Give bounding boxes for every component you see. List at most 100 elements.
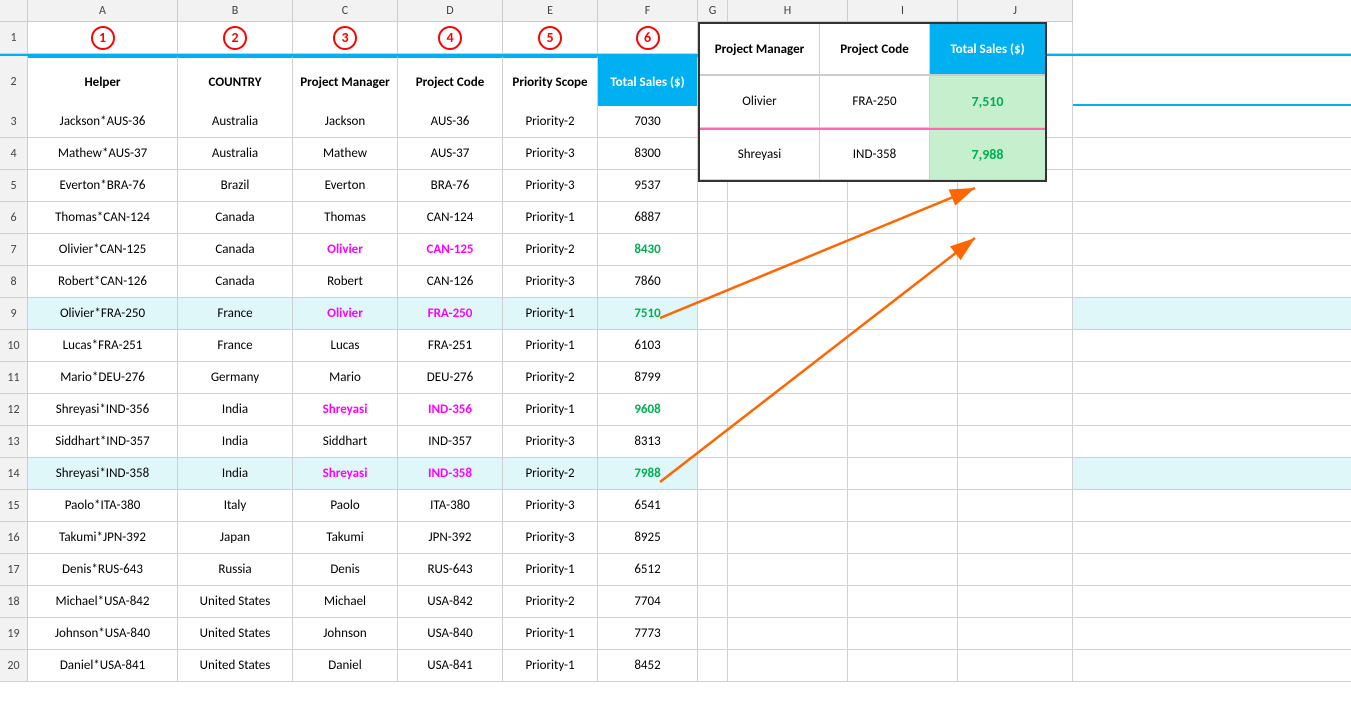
cell-17c: Denis	[293, 554, 398, 585]
col-header-e[interactable]: E	[503, 0, 598, 22]
cell-7c: Olivier	[293, 234, 398, 265]
cell-11g	[698, 362, 728, 393]
cell-1a: 1	[28, 22, 178, 53]
cell-9c: Olivier	[293, 298, 398, 329]
cell-16c: Takumi	[293, 522, 398, 553]
cell-18a: Michael*USA-842	[28, 586, 178, 617]
cell-20a: Daniel*USA-841	[28, 650, 178, 681]
col-header-j[interactable]: J	[958, 0, 1073, 22]
cell-13d: IND-357	[398, 426, 503, 457]
cell-3a: Jackson*AUS-36	[28, 106, 178, 137]
row-13: 13 Siddhart*IND-357 India Siddhart IND-3…	[0, 426, 1351, 458]
cell-5b: Brazil	[178, 170, 293, 201]
row-11: 11 Mario*DEU-276 Germany Mario DEU-276 P…	[0, 362, 1351, 394]
cell-19b: United States	[178, 618, 293, 649]
col-header-a[interactable]: A	[28, 0, 178, 22]
cell-12b: India	[178, 394, 293, 425]
cell-8g	[698, 266, 728, 297]
header-country-text: COUNTRY	[209, 75, 262, 90]
rownum-10: 10	[0, 330, 28, 361]
header-ps-text: Priority Scope	[512, 75, 587, 90]
grid: 1 1 2 3 4 5 6 2	[0, 22, 1351, 682]
cell-9j	[958, 298, 1073, 329]
circle-3: 3	[333, 26, 357, 50]
cell-12j	[958, 394, 1073, 425]
circle-5: 5	[538, 26, 562, 50]
cell-16a: Takumi*JPN-392	[28, 522, 178, 553]
col-header-h[interactable]: H	[728, 0, 848, 22]
header-helper-text: Helper	[84, 75, 120, 90]
cell-13j	[958, 426, 1073, 457]
cell-18j	[958, 586, 1073, 617]
cell-4d: AUS-37	[398, 138, 503, 169]
row-12: 12 Shreyasi*IND-356 India Shreyasi IND-3…	[0, 394, 1351, 426]
cell-17b: Russia	[178, 554, 293, 585]
cell-15j	[958, 490, 1073, 521]
cell-15f: 6541	[598, 490, 698, 521]
cell-13a: Siddhart*IND-357	[28, 426, 178, 457]
cell-20c: Daniel	[293, 650, 398, 681]
cell-12d: IND-356	[398, 394, 503, 425]
column-headers: A B C D E F G H I J	[0, 0, 1351, 22]
row-7: 7 Olivier*CAN-125 Canada Olivier CAN-125…	[0, 234, 1351, 266]
rownum-8: 8	[0, 266, 28, 297]
cell-18d: USA-842	[398, 586, 503, 617]
col-header-c[interactable]: C	[293, 0, 398, 22]
col-header-b[interactable]: B	[178, 0, 293, 22]
cell-14e: Priority-2	[503, 458, 598, 489]
cell-14f: 7988	[598, 458, 698, 489]
cell-20f: 8452	[598, 650, 698, 681]
cell-17i	[848, 554, 958, 585]
spreadsheet: A B C D E F G H I J 1 1 2 3 4 5	[0, 0, 1351, 717]
rownum-15: 15	[0, 490, 28, 521]
cell-8e: Priority-3	[503, 266, 598, 297]
cell-18h	[728, 586, 848, 617]
cell-7f: 8430	[598, 234, 698, 265]
col-header-f[interactable]: F	[598, 0, 698, 22]
cell-1f: 6	[598, 22, 698, 53]
cell-20b: United States	[178, 650, 293, 681]
cell-7i	[848, 234, 958, 265]
rownum-1: 1	[0, 22, 28, 53]
header-ts-text: Total Sales ($)	[610, 75, 684, 90]
cell-12g	[698, 394, 728, 425]
cell-14a: Shreyasi*IND-358	[28, 458, 178, 489]
cell-18b: United States	[178, 586, 293, 617]
row-4: 4 Mathew*AUS-37 Australia Mathew AUS-37 …	[0, 138, 1351, 170]
corner-cell	[0, 0, 28, 22]
cell-6h	[728, 202, 848, 233]
cell-15b: Italy	[178, 490, 293, 521]
cell-10c: Lucas	[293, 330, 398, 361]
cell-12f: 9608	[598, 394, 698, 425]
header-pc: Project Code	[398, 56, 503, 108]
cell-7g	[698, 234, 728, 265]
cell-8h	[728, 266, 848, 297]
cell-4c: Mathew	[293, 138, 398, 169]
col-header-g[interactable]: G	[698, 0, 728, 22]
cell-17g	[698, 554, 728, 585]
row-19: 19 Johnson*USA-840 United States Johnson…	[0, 618, 1351, 650]
col-header-i[interactable]: I	[848, 0, 958, 22]
cell-15c: Paolo	[293, 490, 398, 521]
cell-18c: Michael	[293, 586, 398, 617]
cell-10b: France	[178, 330, 293, 361]
cell-15i	[848, 490, 958, 521]
col-header-d[interactable]: D	[398, 0, 503, 22]
cell-13h	[728, 426, 848, 457]
cell-16e: Priority-3	[503, 522, 598, 553]
cell-4e: Priority-3	[503, 138, 598, 169]
cell-19g	[698, 618, 728, 649]
cell-15e: Priority-3	[503, 490, 598, 521]
cell-17j	[958, 554, 1073, 585]
cell-17f: 6512	[598, 554, 698, 585]
row-16: 16 Takumi*JPN-392 Japan Takumi JPN-392 P…	[0, 522, 1351, 554]
cell-11e: Priority-2	[503, 362, 598, 393]
cell-15h	[728, 490, 848, 521]
right-cell-3i: FRA-250	[820, 76, 930, 127]
cell-9f: 7510	[598, 298, 698, 329]
cell-10d: FRA-251	[398, 330, 503, 361]
header-pm: Project Manager	[293, 56, 398, 108]
cell-1b: 2	[178, 22, 293, 53]
cell-18g	[698, 586, 728, 617]
cell-14d: IND-358	[398, 458, 503, 489]
